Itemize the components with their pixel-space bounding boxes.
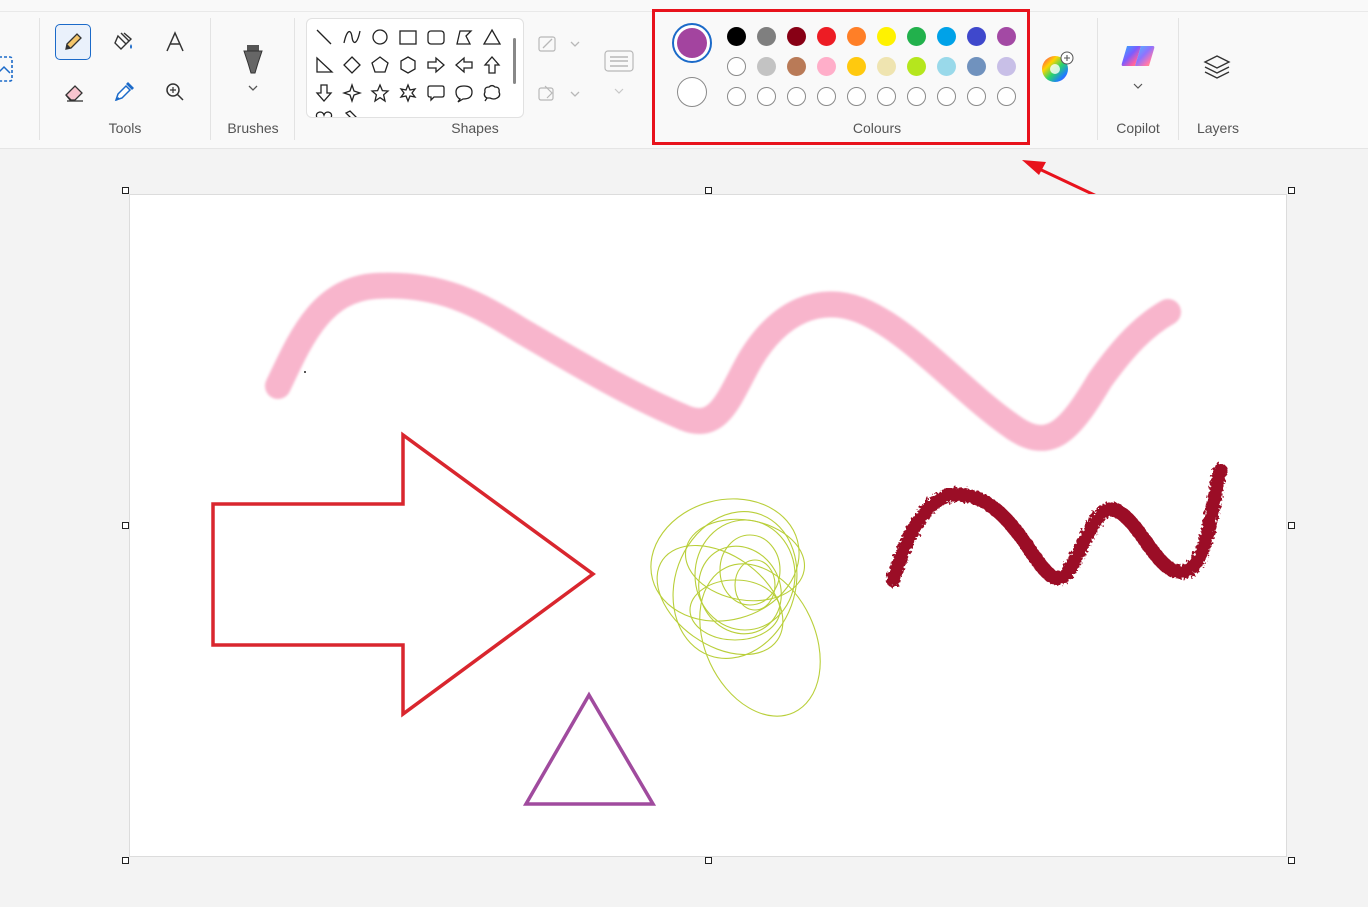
resize-handle-left[interactable]	[122, 522, 129, 529]
resize-handle-bottom-right[interactable]	[1288, 857, 1295, 864]
drawing-canvas[interactable]	[129, 194, 1287, 857]
resize-handle-bottom-left[interactable]	[122, 857, 129, 864]
resize-handle-top-right[interactable]	[1288, 187, 1295, 194]
resize-handle-bottom[interactable]	[705, 857, 712, 864]
maroon-brush-stroke	[886, 463, 1227, 587]
resize-handle-right[interactable]	[1288, 522, 1295, 529]
pink-brush-stroke	[265, 272, 1181, 451]
canvas-drawing	[211, 272, 1227, 806]
red-arrow-shape	[211, 431, 596, 718]
canvas-dot	[304, 371, 306, 373]
purple-triangle-shape	[522, 691, 657, 806]
resize-handle-top[interactable]	[705, 187, 712, 194]
resize-handle-top-left[interactable]	[122, 187, 129, 194]
lime-scribble-stroke	[650, 498, 821, 717]
